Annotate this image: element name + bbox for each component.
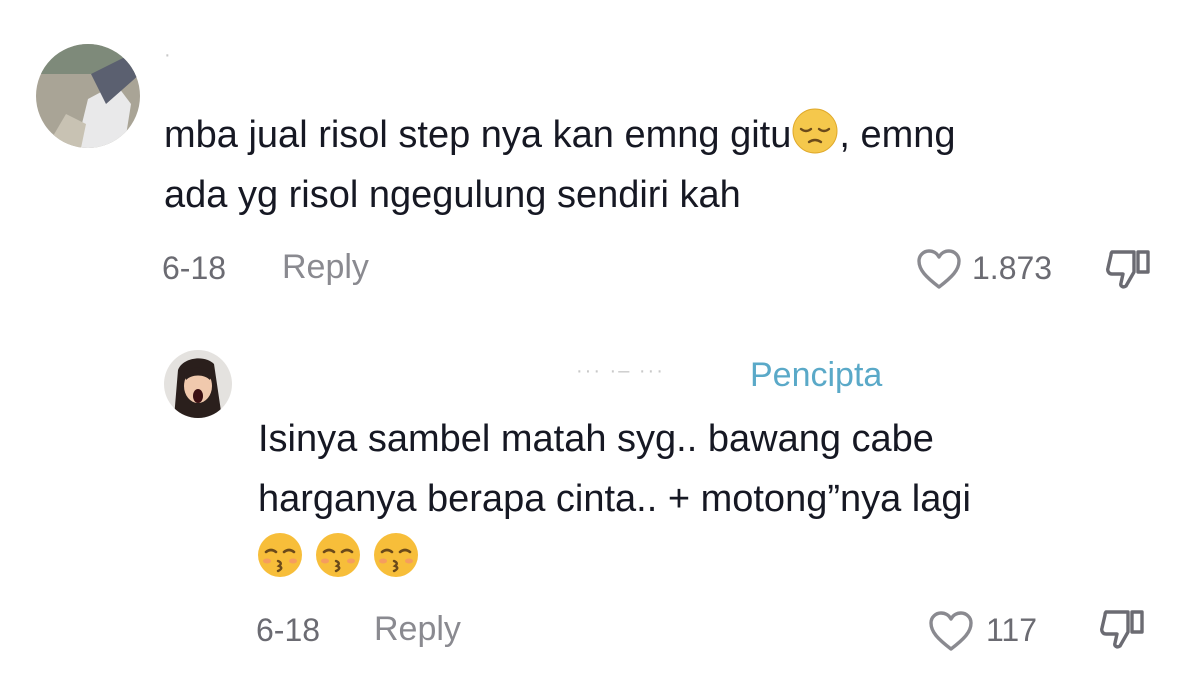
- creator-badge: Pencipta: [750, 356, 883, 394]
- pensive-face-icon: [791, 107, 839, 155]
- thumbs-down-icon[interactable]: [1104, 246, 1154, 292]
- thumbs-down-icon[interactable]: [1098, 606, 1148, 652]
- comment-username[interactable]: ·: [164, 44, 173, 67]
- like-count: 117: [986, 612, 1038, 648]
- heart-icon[interactable]: [928, 610, 974, 652]
- comment-text-line-2: ada yg risol ngegulung sendiri kah: [164, 174, 741, 216]
- comment-text-line-1: Isinya sambel matah syg.. bawang cabe: [258, 418, 934, 460]
- avatar[interactable]: [164, 350, 232, 418]
- comment-text: mba jual risol step nya kan emng gitu , …: [164, 106, 956, 164]
- avatar[interactable]: [36, 44, 140, 148]
- reply-button[interactable]: Reply: [282, 248, 369, 287]
- emoji-row: [256, 530, 420, 588]
- comment-text-line: mba jual risol step nya kan emng gitu: [164, 114, 792, 156]
- like-count: 1.873: [972, 250, 1053, 286]
- comment-text-line: , emng: [839, 114, 956, 156]
- comment-date: 6-18: [162, 250, 227, 286]
- heart-icon[interactable]: [916, 248, 962, 290]
- comment-text-line-2: harganya berapa cinta.. + motong”nya lag…: [258, 478, 971, 520]
- comment-date: 6-18: [256, 612, 321, 648]
- comment-username[interactable]: ··· ·– ···: [576, 360, 665, 383]
- kissing-face-closed-eyes-icon: [256, 531, 304, 579]
- kissing-face-closed-eyes-icon: [372, 531, 420, 579]
- kissing-face-closed-eyes-icon: [314, 531, 362, 579]
- reply-button[interactable]: Reply: [374, 610, 461, 649]
